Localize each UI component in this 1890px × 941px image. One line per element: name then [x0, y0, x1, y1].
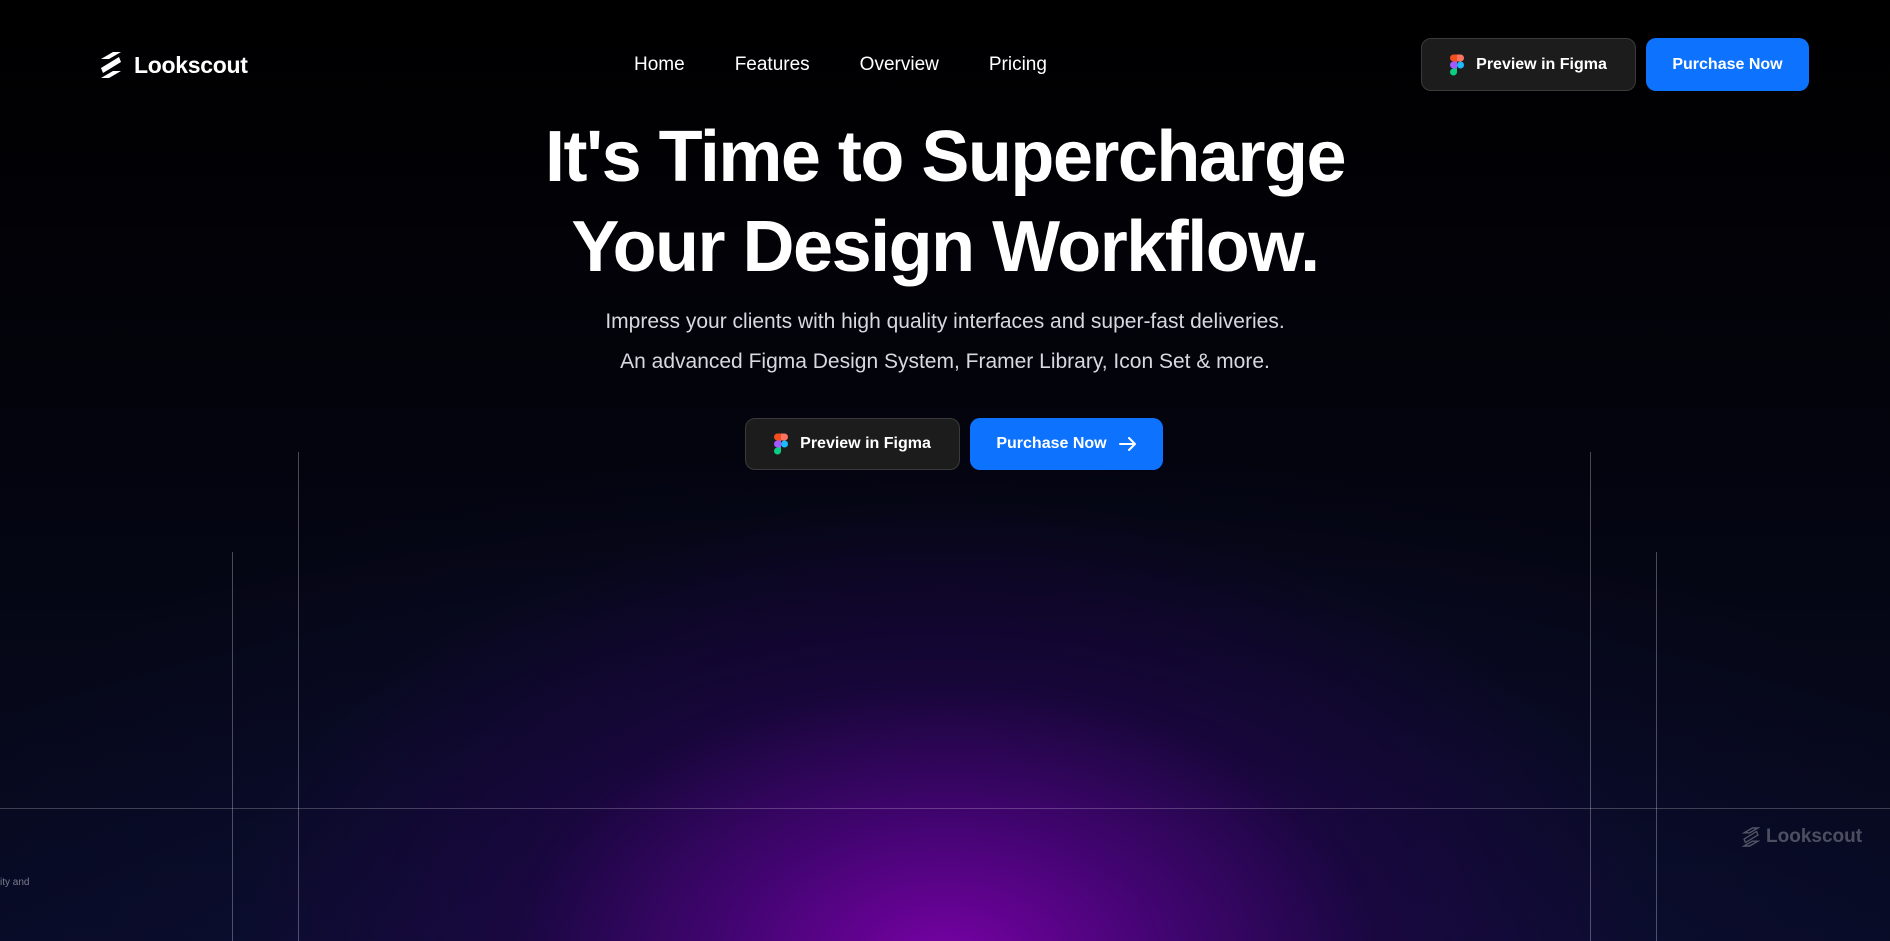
brand-name: Lookscout [134, 51, 248, 78]
frame-line [232, 552, 233, 941]
watermark-text: Lookscout [1766, 826, 1863, 847]
brand-logo[interactable]: Lookscout [98, 50, 248, 80]
hero-preview-figma-button[interactable]: Preview in Figma [745, 418, 960, 470]
hero-purchase-button[interactable]: Purchase Now [970, 418, 1163, 470]
arrow-right-icon [1118, 437, 1136, 451]
hero-subtitle: Impress your clients with high quality i… [0, 302, 1890, 382]
lookscout-logo-icon [101, 52, 121, 78]
hero-preview-label: Preview in Figma [800, 435, 931, 452]
figma-icon [1450, 54, 1465, 75]
frame-line [1656, 552, 1657, 941]
hero-subtitle-line-2: An advanced Figma Design System, Framer … [620, 350, 1270, 373]
figma-icon [774, 433, 789, 455]
nav-purchase-label: Purchase Now [1672, 55, 1783, 73]
nav-item-overview[interactable]: Overview [860, 54, 939, 76]
main-menu: Home Features Overview Pricing [634, 54, 1047, 76]
nav-item-features[interactable]: Features [735, 54, 810, 76]
hero-title-line-1: It's Time to Supercharge [544, 117, 1347, 197]
frame-line [1590, 452, 1591, 941]
top-navigation: Lookscout Home Features Overview Pricing… [0, 0, 1890, 130]
hero-purchase-label: Purchase Now [996, 435, 1107, 452]
lookscout-logo-icon [1742, 827, 1760, 847]
frame-line [0, 808, 1890, 809]
hero-subtitle-line-1: Impress your clients with high quality i… [605, 310, 1285, 333]
preview-watermark: Lookscout [1742, 826, 1862, 848]
nav-item-home[interactable]: Home [634, 54, 685, 76]
nav-preview-figma-button[interactable]: Preview in Figma [1421, 38, 1636, 91]
nav-purchase-button[interactable]: Purchase Now [1646, 38, 1809, 91]
hero-title: It's Time to Supercharge Your Design Wor… [0, 112, 1890, 292]
preview-edge-text: ity and [0, 877, 30, 888]
nav-item-pricing[interactable]: Pricing [989, 54, 1047, 76]
hero-title-line-2: Your Design Workflow. [571, 207, 1320, 287]
nav-preview-label: Preview in Figma [1476, 55, 1607, 73]
frame-line [298, 452, 299, 941]
